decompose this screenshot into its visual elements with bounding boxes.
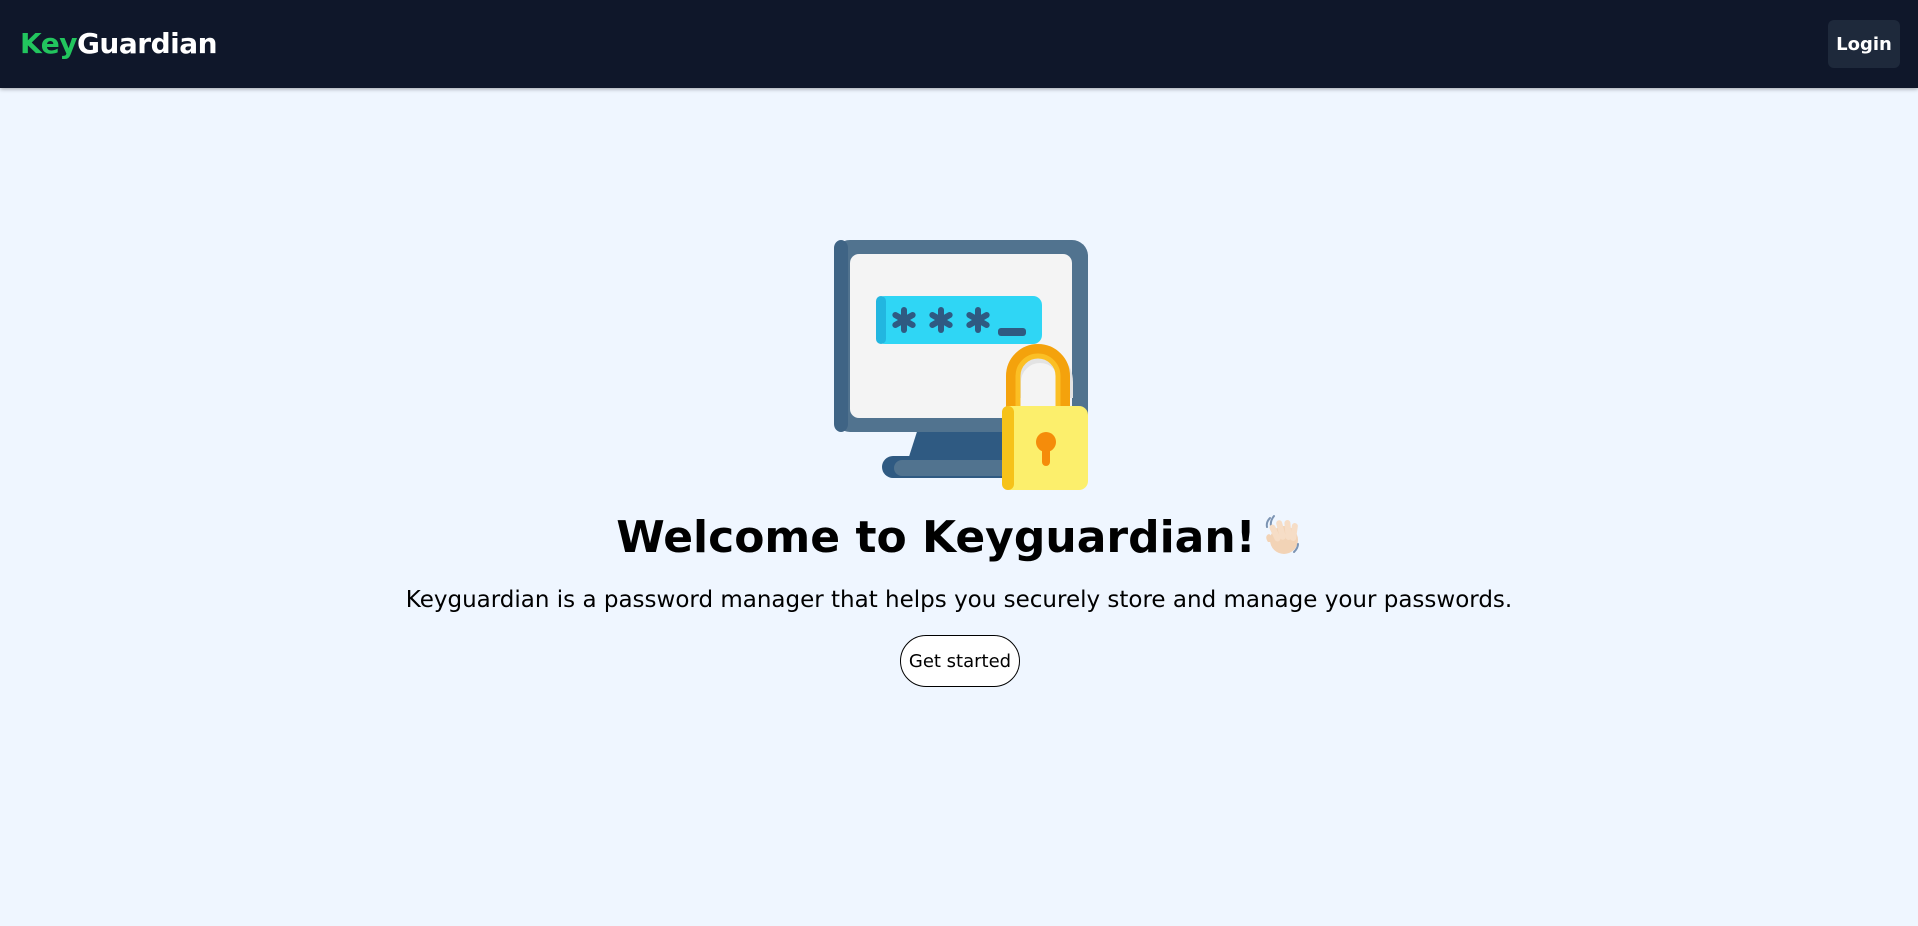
get-started-button[interactable]: Get started — [900, 635, 1020, 687]
login-button[interactable]: Login — [1828, 20, 1900, 68]
hero-title: Welcome to Keyguardian! — [616, 512, 1256, 563]
brand-logo[interactable]: KeyGuardian — [20, 25, 218, 63]
monitor-base-highlight — [894, 460, 1016, 476]
top-navbar: KeyGuardian Login — [0, 0, 1918, 88]
hero-title-row: Welcome to Keyguardian! — [0, 508, 1918, 568]
hero-subtitle: Keyguardian is a password manager that h… — [405, 587, 1513, 613]
brand-key-text: Key — [20, 27, 77, 60]
brand-guardian-text: Guardian — [76, 27, 218, 60]
computer-password-lock-icon — [834, 240, 1088, 490]
waving-hand-icon — [1265, 515, 1299, 554]
